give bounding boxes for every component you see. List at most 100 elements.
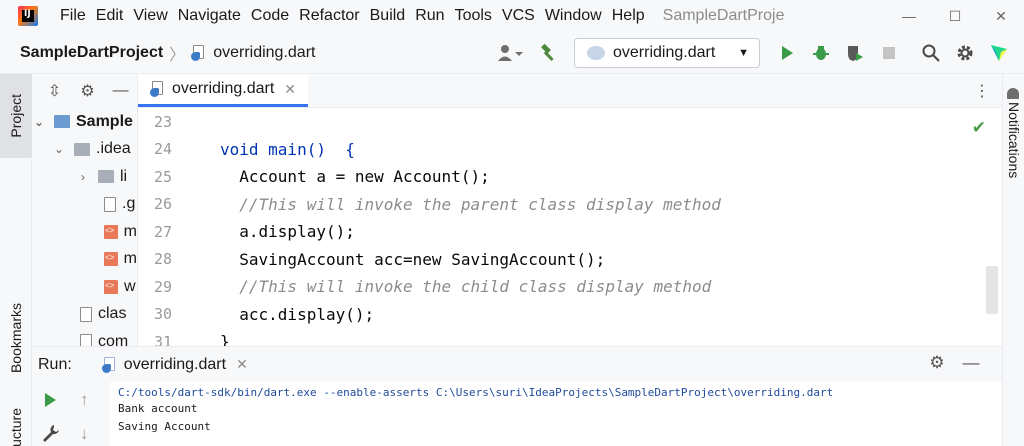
- collapse-all-icon[interactable]: ⇳: [38, 81, 71, 101]
- menu-help[interactable]: Help: [612, 7, 645, 25]
- tree-item-label: li: [120, 167, 128, 185]
- code-line: 23: [138, 108, 1002, 136]
- structure-tool-tab[interactable]: ucture: [0, 408, 32, 446]
- more-vertical-icon[interactable]: ⋮: [974, 81, 990, 101]
- run-panel-actions: ⚙ —: [920, 353, 988, 373]
- run-configuration-dropdown[interactable]: overriding.dart ▼: [574, 38, 760, 68]
- code-text: SavingAccount acc=new SavingAccount();: [220, 249, 606, 269]
- tree-row[interactable]: › li: [32, 163, 137, 191]
- chevron-right-icon[interactable]: ›: [76, 170, 90, 184]
- toolbox-icon[interactable]: [982, 37, 1016, 69]
- run-tab-overriding[interactable]: overriding.dart ✕: [96, 347, 254, 383]
- code-line: 24 void main() {: [138, 136, 1002, 164]
- menu-bar: IJ File Edit View Navigate Code Refactor…: [0, 0, 1024, 32]
- rerun-icon[interactable]: [42, 392, 58, 413]
- build-hammer-icon[interactable]: [532, 37, 566, 69]
- menu-build[interactable]: Build: [370, 7, 406, 25]
- gear-icon[interactable]: ⚙: [920, 353, 954, 373]
- tree-row[interactable]: com: [32, 328, 137, 346]
- project-panel: ⇳ ⚙ — ⌄ Sample ⌄ .idea › li .g m m w cla…: [32, 74, 138, 346]
- tree-row[interactable]: ⌄ .idea: [32, 136, 137, 164]
- code-editor[interactable]: 23 24 void main() { 25 Account a = new A…: [138, 108, 1002, 346]
- tree-row[interactable]: m: [32, 218, 137, 246]
- code-line: 27 a.display();: [138, 218, 1002, 246]
- file-icon: [80, 334, 92, 346]
- settings-icon[interactable]: [948, 37, 982, 69]
- run-icon[interactable]: [770, 37, 804, 69]
- tree-item-label: .idea: [96, 140, 131, 158]
- ignored-file-icon: [104, 196, 116, 212]
- user-icon[interactable]: [488, 37, 532, 69]
- close-icon[interactable]: ✕: [236, 356, 248, 373]
- run-configuration-label: overriding.dart: [613, 44, 716, 61]
- menu-navigate[interactable]: Navigate: [178, 7, 241, 25]
- close-icon[interactable]: ✕: [284, 81, 296, 98]
- gear-icon[interactable]: ⚙: [71, 81, 104, 101]
- scroll-up-arrow-icon[interactable]: ↑: [80, 390, 89, 410]
- notifications-tool-tab[interactable]: Notifications: [1006, 102, 1022, 178]
- menu-refactor[interactable]: Refactor: [299, 7, 359, 25]
- editor-tab-overriding[interactable]: overriding.dart ✕: [138, 74, 309, 107]
- menu-run[interactable]: Run: [415, 7, 444, 25]
- menu-view[interactable]: View: [133, 7, 167, 25]
- scroll-down-arrow-icon[interactable]: ↓: [80, 424, 89, 444]
- folder-icon: [74, 142, 90, 156]
- code-text: }: [220, 332, 230, 346]
- file-icon: [80, 306, 92, 322]
- run-tab-label: overriding.dart: [123, 355, 227, 373]
- right-tool-window-strip: Notifications: [1002, 74, 1024, 446]
- tree-item-label: .g: [122, 195, 136, 213]
- inspection-ok-check-icon[interactable]: ✔: [972, 118, 986, 138]
- maximize-button[interactable]: ☐: [932, 0, 978, 32]
- coverage-icon[interactable]: [838, 37, 872, 69]
- line-number: 29: [153, 277, 172, 296]
- dart-file-icon: [150, 80, 166, 98]
- wrench-icon[interactable]: [42, 424, 60, 446]
- line-number: 26: [153, 195, 172, 214]
- structure-tool-tab-label: ucture: [8, 408, 24, 446]
- tree-row[interactable]: m: [32, 246, 137, 274]
- tree-row[interactable]: clas: [32, 301, 137, 329]
- debug-icon[interactable]: [804, 37, 838, 69]
- close-window-button[interactable]: ✕: [978, 0, 1024, 32]
- tree-row[interactable]: .g: [32, 191, 137, 219]
- code-comment: //This will invoke the parent class disp…: [220, 194, 721, 214]
- tree-row[interactable]: ⌄ Sample: [32, 108, 137, 136]
- main-menu: File Edit View Navigate Code Refactor Bu…: [60, 7, 655, 25]
- chevron-down-icon[interactable]: ⌄: [52, 142, 66, 156]
- bookmarks-tool-tab[interactable]: Bookmarks: [0, 284, 32, 392]
- menu-window[interactable]: Window: [545, 7, 602, 25]
- menu-edit[interactable]: Edit: [96, 7, 124, 25]
- hide-panel-icon[interactable]: —: [954, 353, 988, 373]
- minimize-button[interactable]: —: [886, 0, 932, 32]
- search-icon[interactable]: [914, 37, 948, 69]
- bell-icon[interactable]: [1007, 88, 1019, 99]
- menu-vcs[interactable]: VCS: [502, 7, 535, 25]
- menu-tools[interactable]: Tools: [455, 7, 492, 25]
- project-tool-tab-label: Project: [8, 94, 24, 138]
- editor-tab-bar: overriding.dart ✕ ⋮: [138, 74, 1002, 108]
- left-tool-window-strip: Project Bookmarks ucture: [0, 74, 32, 446]
- console-output-line: Saving Account: [118, 420, 211, 433]
- code-comment: //This will invoke the child class displ…: [220, 277, 712, 297]
- project-folder-icon: [54, 115, 70, 129]
- breadcrumb-project[interactable]: SampleDartProject: [20, 44, 163, 62]
- tree-row[interactable]: w: [32, 273, 137, 301]
- editor-scrollbar[interactable]: [986, 266, 998, 314]
- tree-item-label: clas: [98, 305, 127, 323]
- menu-code[interactable]: Code: [251, 7, 289, 25]
- stop-icon[interactable]: [872, 37, 906, 69]
- console-output[interactable]: C:/tools/dart-sdk/bin/dart.exe --enable-…: [110, 382, 1002, 446]
- line-number: 28: [153, 250, 172, 269]
- bookmarks-tool-tab-label: Bookmarks: [8, 302, 24, 374]
- project-tool-tab[interactable]: Project: [0, 74, 32, 158]
- navigation-bar: SampleDartProject 〉 overriding.dart over…: [0, 32, 1024, 74]
- line-number: 30: [153, 305, 172, 324]
- menu-file[interactable]: File: [60, 7, 86, 25]
- line-number: 27: [153, 222, 172, 241]
- breadcrumb-file[interactable]: overriding.dart: [191, 44, 315, 62]
- hide-panel-icon[interactable]: —: [104, 82, 137, 100]
- window-controls: — ☐ ✕: [886, 0, 1024, 32]
- xml-file-icon: [104, 279, 118, 294]
- chevron-down-icon[interactable]: ⌄: [32, 115, 46, 129]
